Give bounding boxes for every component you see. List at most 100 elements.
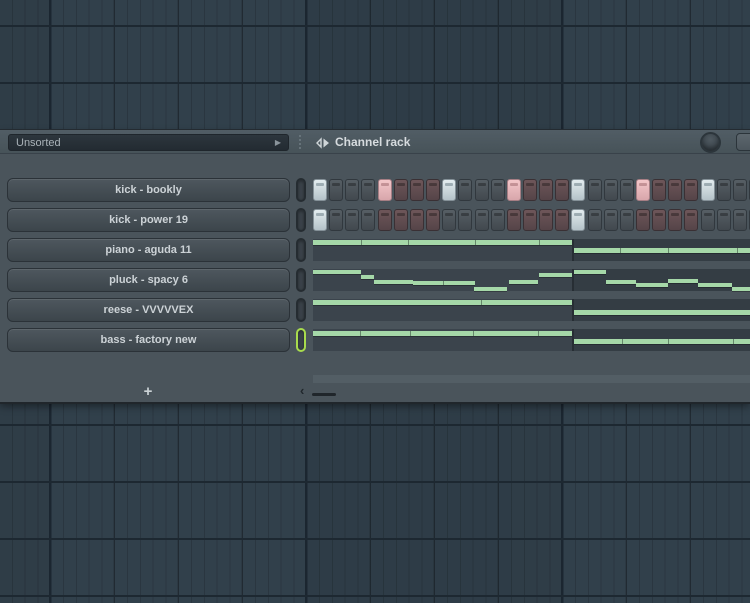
step-cell[interactable] [475,209,489,231]
pianoroll-preview[interactable] [313,239,750,261]
step-cell[interactable] [668,209,682,231]
channel-button[interactable]: piano - aguda 11 [7,238,290,262]
step-cell[interactable] [329,179,343,201]
step-cell[interactable] [394,209,408,231]
channel-select-indicator[interactable] [296,268,306,292]
pianoroll-preview[interactable] [313,329,750,351]
step-cell[interactable] [426,209,440,231]
step-cell[interactable] [717,209,731,231]
channel-filter-dropdown[interactable]: Unsorted ▶ [8,134,289,151]
step-cell[interactable] [539,209,553,231]
step-cell[interactable] [588,179,602,201]
step-cell[interactable] [604,209,618,231]
note-bar [668,279,698,283]
step-cell[interactable] [361,179,375,201]
step-cell[interactable] [378,209,392,231]
step-cell[interactable] [394,179,408,201]
note-bar [574,310,750,315]
note-bar [361,275,374,279]
step-cell[interactable] [410,209,424,231]
channel-button[interactable]: pluck - spacy 6 [7,268,290,292]
channel-button[interactable]: kick - power 19 [7,208,290,232]
note-separator [622,339,623,344]
step-cell[interactable] [491,179,505,201]
step-cell[interactable] [555,209,569,231]
step-cell[interactable] [717,179,731,201]
note-bar [574,270,606,274]
header-corner-button[interactable] [736,133,750,151]
dropdown-arrow-icon: ▶ [275,138,281,147]
channel-select-indicator[interactable] [296,238,306,262]
step-cell[interactable] [329,209,343,231]
step-cell[interactable] [684,209,698,231]
note-separator [361,240,362,245]
step-cell[interactable] [539,179,553,201]
note-separator [481,300,482,305]
note-bar [313,270,361,274]
channel-button[interactable]: bass - factory new [7,328,290,352]
pianoroll-preview[interactable] [313,269,750,291]
step-cell[interactable] [620,209,634,231]
step-cell[interactable] [458,209,472,231]
channel-row: kick - bookly [0,178,750,202]
step-cell[interactable] [507,179,521,201]
note-separator [360,331,361,336]
step-cell[interactable] [668,179,682,201]
note-bar [374,280,413,284]
step-sequencer [313,179,750,201]
step-cell[interactable] [652,179,666,201]
note-separator [668,248,669,253]
step-cell[interactable] [442,209,456,231]
step-cell[interactable] [555,179,569,201]
step-cell[interactable] [571,209,585,231]
step-cell[interactable] [701,179,715,201]
note-bar [313,240,572,245]
channel-button[interactable]: reese - VVVVVEX [7,298,290,322]
step-cell[interactable] [733,209,747,231]
horizontal-scrollbar[interactable] [313,375,750,383]
step-cell[interactable] [636,209,650,231]
step-cell[interactable] [620,179,634,201]
zoom-scroll-handle[interactable] [312,393,336,396]
channel-button[interactable]: kick - bookly [7,178,290,202]
step-cell[interactable] [475,179,489,201]
step-cell[interactable] [313,209,327,231]
step-cell[interactable] [588,209,602,231]
channel-select-indicator[interactable] [296,208,306,232]
volume-knob[interactable] [700,132,721,153]
step-cell[interactable] [378,179,392,201]
step-cell[interactable] [426,179,440,201]
channel-row: pluck - spacy 6 [0,268,750,292]
step-cell[interactable] [410,179,424,201]
step-cell[interactable] [345,179,359,201]
step-cell[interactable] [361,209,375,231]
step-cell[interactable] [733,179,747,201]
step-cell[interactable] [313,179,327,201]
step-cell[interactable] [684,179,698,201]
channel-select-indicator[interactable] [296,298,306,322]
step-cell[interactable] [491,209,505,231]
add-channel-button[interactable]: + [120,382,176,402]
step-cell[interactable] [571,179,585,201]
channel-select-indicator[interactable] [296,328,306,352]
note-separator [410,331,411,336]
step-cell[interactable] [701,209,715,231]
step-cell[interactable] [652,209,666,231]
drag-handle-dots-icon[interactable] [299,135,301,149]
note-separator [408,240,409,245]
step-cell[interactable] [636,179,650,201]
step-cell[interactable] [507,209,521,231]
note-bar [313,331,572,336]
step-cell[interactable] [523,209,537,231]
step-cell[interactable] [458,179,472,201]
pianoroll-preview[interactable] [313,299,750,321]
channel-row: reese - VVVVVEX [0,298,750,322]
step-cell[interactable] [442,179,456,201]
step-cell[interactable] [523,179,537,201]
channel-select-indicator[interactable] [296,178,306,202]
step-cell[interactable] [345,209,359,231]
note-bar [732,287,750,291]
channel-row: kick - power 19 [0,208,750,232]
scroll-chevron-icon[interactable]: ‹ [300,383,304,398]
step-cell[interactable] [604,179,618,201]
